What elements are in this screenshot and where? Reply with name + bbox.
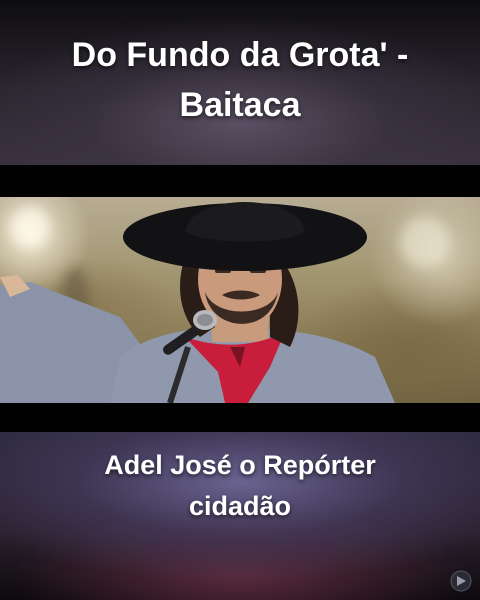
- app-logo-icon: [450, 570, 472, 592]
- video-title: Do Fundo da Grota' - Baitaca: [0, 30, 480, 130]
- reporter-caption-line-2: cidadão: [188, 491, 292, 521]
- video-frame[interactable]: [0, 197, 480, 403]
- reporter-caption: Adel José o Repórter cidadão: [0, 445, 480, 527]
- letterbox-bottom: [0, 403, 480, 432]
- reporter-caption-line-1: Adel José o Repórter: [104, 450, 376, 480]
- video-title-line-1: Do Fundo da Grota' -: [71, 36, 409, 74]
- video-title-line-2: Baitaca: [179, 86, 301, 124]
- singer-illustration: [0, 202, 395, 403]
- letterbox-top: [0, 165, 480, 197]
